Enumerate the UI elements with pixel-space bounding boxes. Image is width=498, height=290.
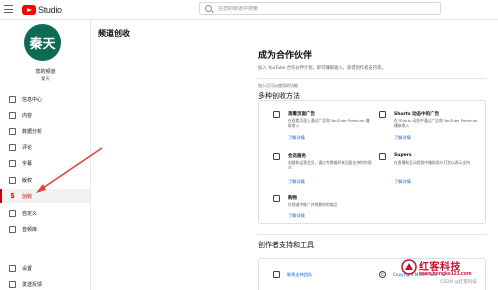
learn-more-link[interactable]: 了解详情 xyxy=(288,179,305,185)
settings-icon xyxy=(9,264,16,272)
search-icon[interactable] xyxy=(205,5,212,12)
feedback-icon xyxy=(9,280,16,288)
sidebar-item-comments[interactable]: 评论 xyxy=(0,140,90,154)
sidebar: 秦天 您的频道 秦天 信息中心 内容 数据分析 评论 字幕 版权 $ 创收 自定… xyxy=(0,20,91,290)
watermark-url: www.hongke123.com xyxy=(419,271,472,277)
option-title: 观看页面广告 xyxy=(288,112,315,117)
divider xyxy=(258,234,486,235)
hamburger-menu-icon[interactable] xyxy=(4,5,13,13)
divider xyxy=(258,78,486,79)
memberships-icon xyxy=(273,153,280,160)
option-title: Shorts 动态中的广告 xyxy=(394,112,440,117)
sidebar-item-customization[interactable]: 自定义 xyxy=(0,206,90,220)
copyright-match-icon: © xyxy=(379,271,386,278)
sidebar-item-label: 内容 xyxy=(22,112,33,119)
content-icon xyxy=(9,111,16,119)
supers-icon xyxy=(379,153,386,160)
sidebar-item-analytics[interactable]: 数据分析 xyxy=(0,124,90,138)
search-box[interactable] xyxy=(199,2,441,15)
sidebar-item-label: 创收 xyxy=(22,193,33,200)
option-description: 在直播和互动视频中赚取观众打赏以表示支持 xyxy=(394,160,470,165)
monetization-icon: $ xyxy=(10,192,15,200)
studio-brand-text: Studio xyxy=(38,5,62,15)
watch-page-ads-icon xyxy=(273,111,280,118)
page-title: 频道创收 xyxy=(98,29,130,38)
watermark-logo-icon xyxy=(401,259,417,275)
option-description: 在频道中推广并销售你的商品 xyxy=(288,202,338,207)
dashboard-icon xyxy=(9,95,16,103)
avatar[interactable]: 秦天 xyxy=(24,24,61,61)
youtube-play-icon xyxy=(22,5,36,15)
sidebar-item-label: 版权 xyxy=(22,177,33,184)
sidebar-item-label: 自定义 xyxy=(22,210,38,217)
sidebar-item-label: 音频库 xyxy=(22,226,38,233)
sidebar-item-subtitles[interactable]: 字幕 xyxy=(0,156,90,170)
top-bar: Studio xyxy=(0,0,498,20)
partner-description: 加入 YouTube 合作伙伴计划，即可赚取收入，获得创作者支持等。 xyxy=(258,66,386,71)
sidebar-item-label: 字幕 xyxy=(22,160,33,167)
subtitles-icon xyxy=(9,159,16,167)
sidebar-item-label: 评论 xyxy=(22,144,33,151)
sidebar-item-audio-library[interactable]: 音频库 xyxy=(0,222,90,236)
partner-heading: 成为合作伙伴 xyxy=(258,51,313,61)
support-item-label: 联系支持团队 xyxy=(287,271,313,277)
audio-library-icon xyxy=(9,225,16,233)
option-description: 在 Shorts 动态中通过广告和 YouTube Premium 赚取收入 xyxy=(394,118,478,129)
customization-icon xyxy=(9,209,16,217)
channel-name: 秦天 xyxy=(41,77,50,82)
learn-more-link[interactable]: 了解详情 xyxy=(394,135,411,141)
youtube-studio-logo[interactable]: Studio xyxy=(22,3,62,17)
sidebar-item-dashboard[interactable]: 信息中心 xyxy=(0,92,90,106)
sidebar-item-settings[interactable]: 设置 xyxy=(0,261,90,275)
learn-more-link[interactable]: 了解详情 xyxy=(288,135,305,141)
partner-intro: 成为合作伙伴 加入 YouTube 合作伙伴计划，即可赚取收入，获得创作者支持等… xyxy=(258,48,486,101)
avatar-text: 秦天 xyxy=(29,37,56,52)
comments-icon xyxy=(9,143,16,151)
sidebar-item-copyright[interactable]: 版权 xyxy=(0,173,90,187)
sidebar-item-label: 信息中心 xyxy=(22,96,43,103)
sidebar-item-label: 数据分析 xyxy=(22,128,43,135)
learn-more-link[interactable]: 了解详情 xyxy=(288,213,305,219)
sidebar-item-content[interactable]: 内容 xyxy=(0,108,90,122)
support-heading: 创作者支持和工具 xyxy=(258,241,314,249)
shopping-icon xyxy=(273,195,280,202)
watermark: 红客科技 www.hongke123.com CSDN @红客科技 xyxy=(398,258,498,290)
shorts-feed-ads-icon xyxy=(379,111,386,118)
sidebar-item-label: 发送反馈 xyxy=(22,281,43,288)
option-title: 会员服务 xyxy=(288,154,306,159)
learn-more-link[interactable]: 了解详情 xyxy=(394,179,411,185)
monetization-options-card: 观看页面广告 在观看页面上通过广告和 YouTube Premium 赚取收入 … xyxy=(258,100,486,224)
sidebar-item-monetization[interactable]: $ 创收 xyxy=(0,189,90,203)
features-intro: 加入后可以使用的功能 xyxy=(258,83,298,88)
analytics-icon xyxy=(9,127,16,135)
channel-label: 您的频道 xyxy=(35,69,56,75)
copyright-icon xyxy=(9,176,16,184)
option-title: 购物 xyxy=(288,196,297,201)
sidebar-item-feedback[interactable]: 发送反馈 xyxy=(0,277,90,290)
option-title: Supers xyxy=(394,153,412,158)
watermark-csdn: CSDN @红客科技 xyxy=(440,280,477,285)
option-description: 在观看页面上通过广告和 YouTube Premium 赚取收入 xyxy=(288,118,370,129)
support-icon xyxy=(273,271,280,278)
sidebar-item-label: 设置 xyxy=(22,265,33,272)
option-description: 创建和运营会员，通过专属福利来回报支持你的观众 xyxy=(288,160,372,171)
support-item[interactable]: 联系支持团队 xyxy=(273,271,312,278)
search-input[interactable] xyxy=(218,5,418,12)
